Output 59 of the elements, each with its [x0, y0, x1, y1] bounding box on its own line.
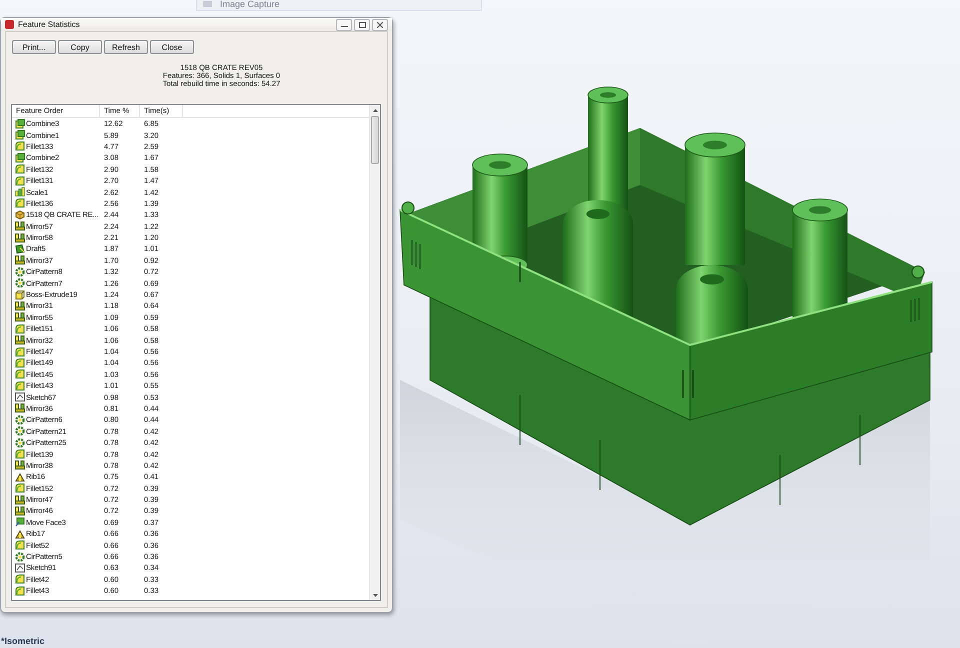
fillet-feature-icon [15, 164, 25, 174]
pattern-feature-icon [15, 438, 25, 448]
pattern-feature-icon [15, 278, 25, 288]
mirror-feature-icon [15, 232, 25, 243]
scroll-thumb[interactable] [371, 116, 379, 164]
mirror-feature-icon [15, 255, 25, 266]
mirror-feature-icon [15, 494, 25, 505]
fillet-feature-icon [15, 358, 25, 368]
mirror-feature-icon [15, 221, 25, 232]
refresh-button[interactable]: Refresh [104, 40, 148, 54]
fillet-feature-icon [15, 346, 25, 356]
scroll-up-arrow-icon[interactable] [372, 108, 378, 112]
mirror-feature-icon [15, 403, 25, 414]
sketch-feature-icon [15, 392, 25, 402]
maximize-button[interactable] [354, 18, 370, 30]
pattern-feature-icon [15, 426, 25, 436]
maximize-icon [358, 22, 366, 28]
pattern-feature-icon [15, 414, 25, 425]
sketch-feature-icon [15, 562, 25, 573]
minimize-button[interactable] [336, 18, 352, 30]
scroll-down-arrow-icon[interactable] [372, 594, 378, 596]
fillet-feature-icon [15, 483, 25, 494]
combine-feature-icon [15, 152, 25, 163]
combine-feature-icon [15, 118, 25, 129]
fillet-feature-icon [15, 369, 25, 380]
view-orientation-label: *Isometric [1, 636, 45, 646]
mirror-feature-icon [15, 506, 25, 516]
fillet-feature-icon [15, 586, 25, 596]
close-button[interactable] [372, 18, 388, 30]
fillet-feature-icon [15, 449, 25, 460]
scale-feature-icon [15, 187, 25, 198]
fillet-feature-icon [15, 380, 25, 391]
close-dialog-button[interactable]: Close [150, 40, 194, 54]
fillet-feature-icon [15, 176, 25, 186]
copy-button[interactable]: Copy [58, 40, 102, 54]
extrude-feature-icon [15, 290, 25, 300]
pattern-feature-icon [15, 266, 25, 277]
mirror-feature-icon [15, 300, 25, 311]
combine-feature-icon [15, 130, 25, 140]
moveface-feature-icon [15, 517, 25, 528]
capture-icon [203, 0, 212, 6]
close-icon [377, 22, 383, 28]
mirror-feature-icon [15, 460, 25, 470]
fillet-feature-icon [15, 324, 25, 334]
mirror-feature-icon [15, 312, 25, 322]
fillet-feature-icon [15, 540, 25, 550]
fillet-feature-icon [15, 198, 25, 208]
pattern-feature-icon [15, 552, 25, 562]
app-logo-icon [5, 20, 14, 29]
print-button[interactable]: Print... [12, 40, 56, 54]
draft-feature-icon [15, 244, 25, 254]
window-title: Feature Statistics [18, 20, 81, 29]
fillet-feature-icon [15, 574, 25, 584]
scrollbar[interactable] [369, 105, 380, 600]
rib-feature-icon [15, 472, 25, 482]
rib-feature-icon [15, 528, 25, 539]
part-feature-icon [15, 210, 25, 220]
mirror-feature-icon [15, 335, 25, 346]
fillet-feature-icon [15, 141, 25, 152]
